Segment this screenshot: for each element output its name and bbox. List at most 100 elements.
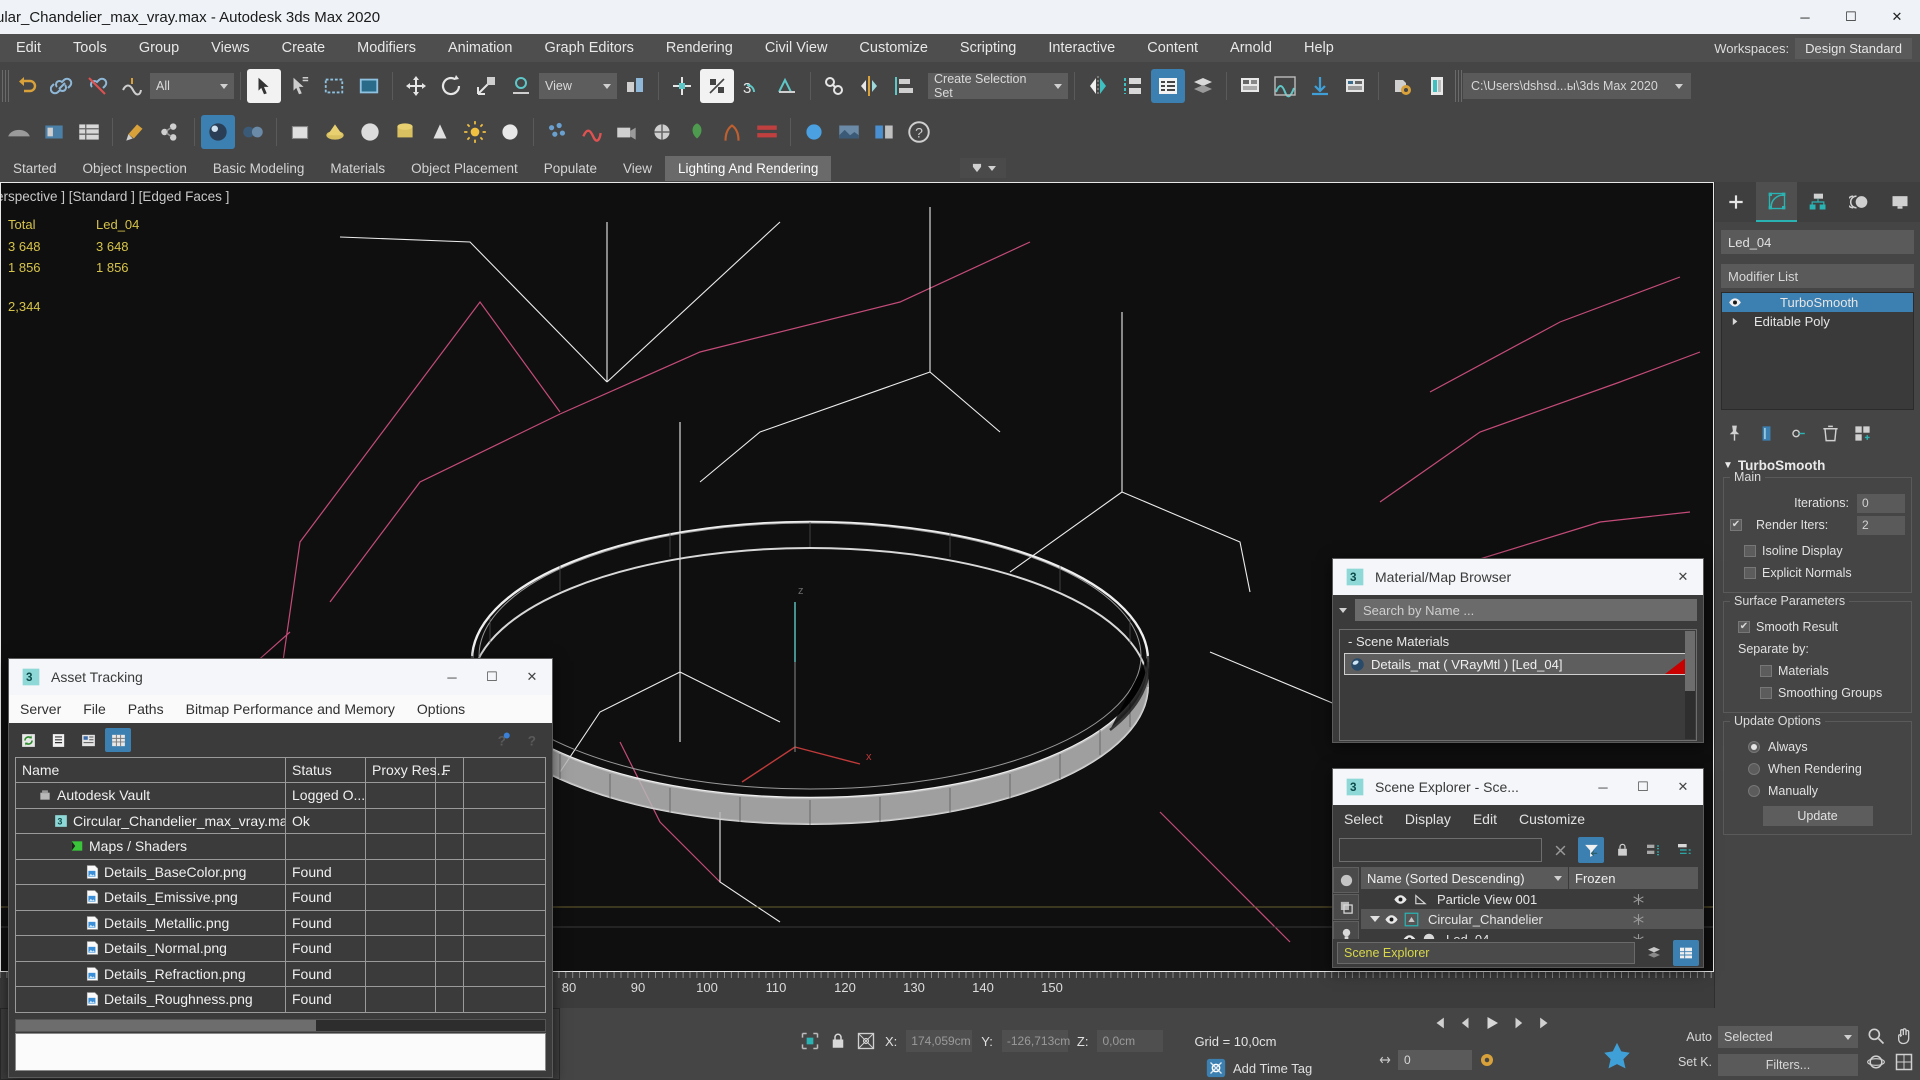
- make-unique-icon[interactable]: [1783, 419, 1813, 447]
- update-option-row[interactable]: Always: [1730, 736, 1905, 758]
- collapse-all-icon[interactable]: [1640, 837, 1666, 863]
- table-row[interactable]: Details_Refraction.png Found: [15, 961, 546, 987]
- menu-graph-editors[interactable]: Graph Editors: [528, 36, 649, 60]
- scene-column-header[interactable]: Frozen: [1569, 867, 1699, 889]
- snap-toggle-icon[interactable]: [700, 69, 734, 103]
- material-editor-icon[interactable]: [201, 115, 235, 149]
- light-sphere-icon[interactable]: [797, 115, 831, 149]
- table-row[interactable]: 3 Circular_Chandelier_max_vray.max Ok: [15, 808, 546, 834]
- list-view-icon[interactable]: [45, 728, 71, 752]
- particle-systems-icon[interactable]: [540, 115, 574, 149]
- update-radio[interactable]: [1748, 785, 1760, 797]
- asset-tracking-close[interactable]: ✕: [512, 659, 552, 695]
- scene-column-header[interactable]: Name (Sorted Descending): [1361, 867, 1569, 889]
- render-setup-icon[interactable]: [1233, 69, 1267, 103]
- asset-tracking-maximize[interactable]: ☐: [472, 659, 512, 695]
- scene-explorer-row[interactable]: Circular_Chandelier: [1361, 909, 1703, 929]
- menu-animation[interactable]: Animation: [432, 36, 528, 60]
- align-icon[interactable]: [887, 69, 921, 103]
- mirror-icon[interactable]: [852, 69, 886, 103]
- select-object-icon[interactable]: [247, 69, 281, 103]
- camera-icon[interactable]: [610, 115, 644, 149]
- material-list-item[interactable]: Details_mat ( VRayMtl ) [Led_04]: [1344, 653, 1692, 675]
- auto-key-button[interactable]: Auto: [1686, 1030, 1712, 1044]
- asset-menu-paths[interactable]: Paths: [117, 698, 175, 720]
- asset-column-header[interactable]: Status: [286, 758, 366, 782]
- view-mode-layers-icon[interactable]: [1333, 894, 1359, 920]
- help-question-icon[interactable]: ?: [520, 728, 546, 752]
- hair-fur-icon[interactable]: [715, 115, 749, 149]
- cone-primitive-icon[interactable]: [318, 115, 352, 149]
- maximize-button[interactable]: ☐: [1828, 0, 1874, 34]
- update-button[interactable]: Update: [1762, 806, 1873, 826]
- scene-explorer-row[interactable]: Particle View 001: [1361, 889, 1703, 909]
- clear-search-close-icon[interactable]: [1547, 837, 1573, 863]
- bind-space-warp-icon[interactable]: [115, 69, 149, 103]
- filter-funnel-icon[interactable]: [1578, 837, 1604, 863]
- selection-filter-dropdown[interactable]: All: [150, 73, 234, 99]
- ribbon-tab-started[interactable]: Started: [0, 156, 70, 181]
- asset-tracking-titlebar[interactable]: 3 Asset Tracking ─ ☐ ✕: [9, 659, 552, 695]
- hierarchy-tab[interactable]: [1797, 182, 1838, 222]
- select-link-icon[interactable]: [45, 69, 79, 103]
- ribbon-tab-object-placement[interactable]: Object Placement: [398, 156, 531, 181]
- eye-icon[interactable]: [1384, 914, 1404, 925]
- open-asset-tracking-icon[interactable]: [1420, 69, 1454, 103]
- table-row[interactable]: Details_Roughness.png Found: [15, 987, 546, 1013]
- scene-menu-customize[interactable]: Customize: [1508, 808, 1596, 830]
- material-browser-scrollbar[interactable]: [1685, 631, 1695, 739]
- workspaces-dropdown[interactable]: Design Standard: [1795, 37, 1912, 59]
- help-question-blue-icon[interactable]: ?: [490, 728, 516, 752]
- eye-icon[interactable]: [1724, 297, 1746, 308]
- display-panel-icon[interactable]: [867, 115, 901, 149]
- scene-menu-display[interactable]: Display: [1394, 808, 1462, 830]
- extended-primitives-icon[interactable]: [72, 115, 106, 149]
- asset-menu-bitmap[interactable]: Bitmap Performance and Memory: [175, 698, 406, 720]
- menu-scripting[interactable]: Scripting: [944, 36, 1032, 60]
- separate-smoothing-groups-checkbox[interactable]: [1760, 687, 1772, 699]
- smooth-result-checkbox[interactable]: [1738, 621, 1750, 633]
- menu-content[interactable]: Content: [1131, 36, 1214, 60]
- omni-light-icon[interactable]: [458, 115, 492, 149]
- menu-group[interactable]: Group: [123, 36, 195, 60]
- ribbon-tab-materials[interactable]: Materials: [317, 156, 398, 181]
- filters-button[interactable]: Filters...: [1718, 1054, 1858, 1076]
- configure-modifier-sets-icon[interactable]: [1847, 419, 1877, 447]
- menu-rendering[interactable]: Rendering: [650, 36, 749, 60]
- set-key-label[interactable]: Set K.: [1678, 1055, 1712, 1069]
- update-option-row[interactable]: When Rendering: [1730, 758, 1905, 780]
- ribbon-tab-view[interactable]: View: [610, 156, 665, 181]
- table-row[interactable]: Maps / Shaders: [15, 834, 546, 860]
- modifier-stack-item[interactable]: Editable Poly: [1722, 312, 1913, 331]
- create-selection-set-dropdown[interactable]: Create Selection Set: [928, 72, 1068, 100]
- scene-materials-group-label[interactable]: - Scene Materials: [1340, 630, 1696, 653]
- paths-view-icon[interactable]: [75, 728, 101, 752]
- sphere-primitive-icon[interactable]: [353, 115, 387, 149]
- helper-icon[interactable]: [645, 115, 679, 149]
- separate-materials-checkbox[interactable]: [1760, 665, 1772, 677]
- rendered-frame-window-icon[interactable]: [1268, 69, 1302, 103]
- cone-shape-icon[interactable]: [423, 115, 457, 149]
- update-option-row[interactable]: Manually: [1730, 780, 1905, 802]
- layer-explorer-icon[interactable]: [1186, 69, 1220, 103]
- asset-tracking-minimize[interactable]: ─: [432, 659, 472, 695]
- set-key-button[interactable]: [1600, 1040, 1634, 1074]
- snap-move-icon[interactable]: [665, 69, 699, 103]
- ribbon-tab-basic-modeling[interactable]: Basic Modeling: [200, 156, 318, 181]
- menu-views[interactable]: Views: [195, 36, 265, 60]
- render-iters-checkbox[interactable]: [1730, 519, 1742, 531]
- frozen-snowflake-icon[interactable]: [1573, 913, 1703, 926]
- select-and-move-icon[interactable]: [399, 69, 433, 103]
- close-button[interactable]: ✕: [1874, 0, 1920, 34]
- render-settings-gear-icon[interactable]: [1385, 69, 1419, 103]
- material-search-input[interactable]: Search by Name ...: [1355, 599, 1697, 621]
- add-time-tag[interactable]: Add Time Tag: [1205, 1057, 1312, 1079]
- select-by-name-icon[interactable]: [282, 69, 316, 103]
- cylinder-primitive-icon[interactable]: [388, 115, 422, 149]
- orbit-icon[interactable]: [1866, 1052, 1886, 1072]
- arc-rotate-icon[interactable]: [2, 115, 36, 149]
- window-crossing-icon[interactable]: [352, 69, 386, 103]
- refresh-icon[interactable]: [15, 728, 41, 752]
- material-browser-titlebar[interactable]: 3 Material/Map Browser ✕: [1333, 559, 1703, 595]
- object-name-field[interactable]: Led_04: [1721, 230, 1914, 254]
